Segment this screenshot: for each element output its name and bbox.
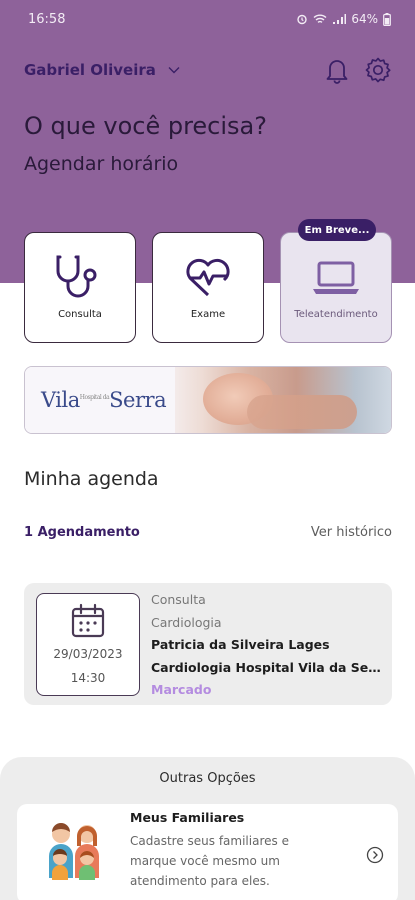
appointment-count: 1 Agendamento <box>24 525 140 540</box>
exame-button[interactable]: Exame <box>152 232 264 343</box>
family-description: Cadastre seus familiares e marque você m… <box>130 834 289 888</box>
history-link[interactable]: Ver histórico <box>311 525 392 540</box>
appointment-status: Marcado <box>151 682 212 697</box>
signal-icon <box>333 14 347 24</box>
other-options-panel: Outras Opções Meus Familiares Cadastre s… <box>0 757 415 900</box>
user-selector[interactable]: Gabriel Oliveira <box>24 61 180 79</box>
teleatendimento-button[interactable]: Teleatendimento <box>280 232 392 343</box>
family-card[interactable]: Meus Familiares Cadastre seus familiares… <box>17 804 398 900</box>
user-name: Gabriel Oliveira <box>24 61 156 79</box>
gear-icon[interactable] <box>363 55 393 85</box>
hospital-logo: VilaHospital daSerra <box>25 367 175 433</box>
status-icons: 64% <box>296 12 391 26</box>
appointment-location: Cardiologia Hospital Vila da Serra <box>151 659 382 675</box>
appointment-date-box: 29/03/2023 14:30 <box>36 593 140 696</box>
appointment-time: 14:30 <box>70 671 106 685</box>
page-title: O que você precisa? <box>24 112 267 140</box>
consulta-label: Consulta <box>58 309 102 320</box>
family-title: Meus Familiares <box>130 810 245 825</box>
teleatendimento-label: Teleatendimento <box>294 309 378 320</box>
chevron-down-icon <box>168 67 180 74</box>
appointment-specialty: Cardiologia <box>151 614 222 630</box>
newborn-photo <box>155 367 391 433</box>
status-bar: 16:58 64% <box>0 0 415 38</box>
calendar-icon <box>71 603 105 638</box>
other-options-title: Outras Opções <box>159 771 256 786</box>
bell-icon[interactable] <box>323 55 351 85</box>
battery-icon <box>383 12 391 26</box>
family-illustration-icon <box>49 823 99 880</box>
appointment-card[interactable]: 29/03/2023 14:30 Consulta Cardiologia Pa… <box>24 583 392 705</box>
hospital-banner[interactable]: VilaHospital daSerra <box>24 366 392 434</box>
alarm-icon <box>297 14 308 25</box>
chevron-right-icon[interactable] <box>366 846 384 864</box>
battery-level: 64% <box>351 12 378 26</box>
exame-label: Exame <box>190 309 226 320</box>
appointment-type: Consulta <box>151 592 206 607</box>
laptop-icon <box>313 261 359 294</box>
wifi-icon <box>313 14 327 23</box>
heartbeat-icon <box>186 258 230 297</box>
coming-soon-badge: Em Breve... <box>298 219 376 241</box>
appointment-date: 29/03/2023 <box>53 647 123 661</box>
app-header: Gabriel Oliveira <box>24 52 393 88</box>
appointment-doctor: Patricia da Silveira Lages <box>151 637 330 652</box>
stethoscope-icon <box>56 255 97 298</box>
agenda-title: Minha agenda <box>24 468 159 490</box>
status-time: 16:58 <box>28 11 66 27</box>
page-subtitle: Agendar horário <box>24 153 179 175</box>
consulta-button[interactable]: Consulta <box>24 232 136 343</box>
